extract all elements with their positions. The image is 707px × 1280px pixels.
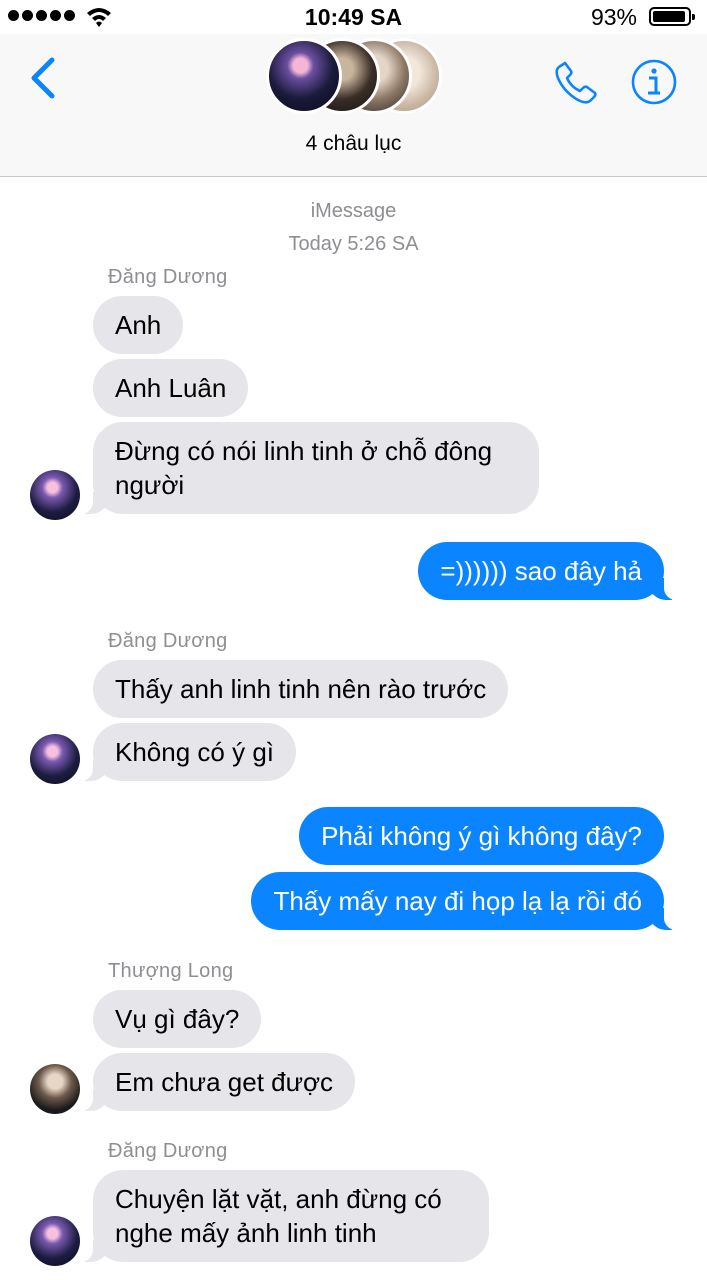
sender-name: Đăng Dương: [108, 266, 228, 288]
group-avatars[interactable]: [266, 38, 446, 122]
incoming-message[interactable]: Em chưa get được: [78, 1053, 356, 1111]
incoming-message[interactable]: Không có ý gì: [79, 723, 296, 781]
sender-name: Thượng Long: [108, 960, 234, 982]
avatar[interactable]: [30, 1216, 80, 1266]
avatar: [266, 38, 342, 114]
outgoing-message[interactable]: Thấy mấy nay đi họp lạ lạ rồi đó: [251, 872, 678, 930]
group-name[interactable]: 4 châu lục: [0, 132, 707, 156]
outgoing-message[interactable]: =)))))) sao đây hả: [418, 542, 678, 600]
incoming-message[interactable]: Vụ gì đây?: [93, 990, 262, 1048]
incoming-message[interactable]: Chuyện lặt vặt, anh đừng có nghe mấy ảnh…: [79, 1170, 489, 1262]
avatar[interactable]: [30, 1064, 80, 1114]
battery-icon: [649, 7, 695, 26]
battery-percentage: 93%: [590, 4, 637, 30]
conversation-header: 4 châu lục: [0, 34, 707, 177]
sender-name: Đăng Dương: [108, 630, 228, 652]
outgoing-message[interactable]: Phải không ý gì không đây?: [299, 807, 664, 865]
phone-icon[interactable]: [552, 58, 600, 106]
avatar[interactable]: [30, 470, 80, 520]
incoming-message[interactable]: Anh Luân: [93, 359, 249, 417]
incoming-message[interactable]: Thấy anh linh tinh nên rào trước: [93, 660, 509, 718]
status-bar: 10:49 SA 93%: [0, 0, 707, 34]
incoming-message[interactable]: Đừng có nói linh tinh ở chỗ đông người: [79, 422, 539, 514]
service-label: iMessage: [310, 200, 397, 222]
thread-timestamp: Today 5:26 SA: [288, 233, 419, 255]
incoming-message[interactable]: Anh: [93, 296, 184, 354]
back-chevron-icon[interactable]: [26, 56, 60, 100]
info-icon[interactable]: [630, 58, 678, 106]
avatar[interactable]: [30, 734, 80, 784]
sender-name: Đăng Dương: [108, 1140, 228, 1162]
